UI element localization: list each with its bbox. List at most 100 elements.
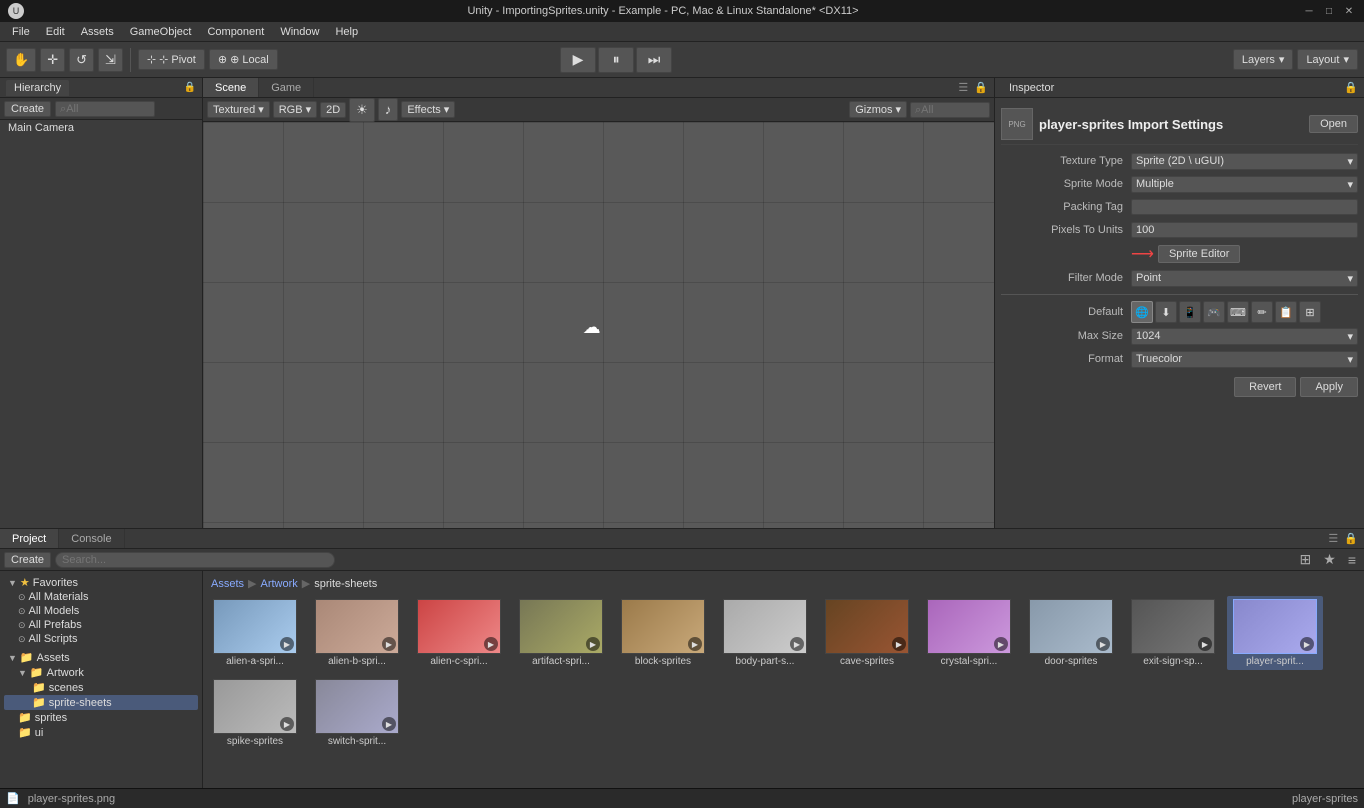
pixels-to-units-input[interactable] xyxy=(1131,222,1358,238)
tree-ui[interactable]: 📁 ui xyxy=(4,725,198,740)
bottom-panel-menu[interactable]: ☰ xyxy=(1328,532,1344,545)
tree-sprites[interactable]: 📁 sprites xyxy=(4,710,198,725)
tree-sprite-sheets[interactable]: 📁 sprite-sheets xyxy=(4,695,198,710)
tab-project[interactable]: Project xyxy=(0,529,59,548)
step-button[interactable]: ⏭ xyxy=(636,47,672,73)
menu-component[interactable]: Component xyxy=(199,24,272,40)
asset-item-door[interactable]: ▶ door-sprites xyxy=(1023,596,1119,670)
bottom-panel-lock[interactable]: 🔒 xyxy=(1344,532,1364,545)
platform-keyboard-icon[interactable]: ⌨ xyxy=(1227,301,1249,323)
filter-mode-dropdown[interactable]: Point ▾ xyxy=(1131,270,1358,287)
scene-search-input[interactable] xyxy=(910,102,990,118)
scene-viewport[interactable]: ☁ xyxy=(203,122,994,528)
lock-icon[interactable]: 🔒 xyxy=(184,82,196,93)
asset-item-body[interactable]: ▶ body-part-s... xyxy=(717,596,813,670)
asset-name: exit-sign-sp... xyxy=(1143,656,1202,667)
scene-panel-lock[interactable]: 🔒 xyxy=(974,81,994,94)
asset-item-artifact[interactable]: ▶ artifact-spri... xyxy=(513,596,609,670)
effects-dropdown[interactable]: Effects ▾ xyxy=(401,101,455,118)
platform-clipboard-icon[interactable]: 📋 xyxy=(1275,301,1297,323)
menu-assets[interactable]: Assets xyxy=(73,24,122,40)
platform-grid-icon[interactable]: ⊞ xyxy=(1299,301,1321,323)
texture-type-dropdown[interactable]: Sprite (2D \ uGUI) ▾ xyxy=(1131,153,1358,170)
revert-button[interactable]: Revert xyxy=(1234,377,1296,397)
play-button[interactable]: ▶ xyxy=(560,47,596,73)
asset-item-exit[interactable]: ▶ exit-sign-sp... xyxy=(1125,596,1221,670)
view-mode-dropdown[interactable]: Textured ▾ xyxy=(207,101,270,118)
asset-name: crystal-spri... xyxy=(941,656,998,667)
tree-all-scripts[interactable]: ⊙ All Scripts xyxy=(4,632,198,646)
hand-tool-button[interactable]: ✋ xyxy=(6,48,36,72)
menu-help[interactable]: Help xyxy=(327,24,366,40)
platform-mobile-icon[interactable]: 📱 xyxy=(1179,301,1201,323)
tree-all-prefabs[interactable]: ⊙ All Prefabs xyxy=(4,618,198,632)
apply-button[interactable]: Apply xyxy=(1300,377,1358,397)
asset-item-alien-a[interactable]: ▶ alien-a-spri... xyxy=(207,596,303,670)
inspector-lock[interactable]: 🔒 xyxy=(1344,81,1358,94)
audio-button[interactable]: ♪ xyxy=(378,98,399,121)
lighting-button[interactable]: ☀ xyxy=(349,98,375,122)
sprite-editor-button[interactable]: Sprite Editor xyxy=(1158,245,1241,263)
asset-item-crystal[interactable]: ▶ crystal-spri... xyxy=(921,596,1017,670)
maximize-button[interactable]: □ xyxy=(1322,4,1336,18)
platform-download-icon[interactable]: ⬇ xyxy=(1155,301,1177,323)
asset-item-switch[interactable]: ▶ switch-sprit... xyxy=(309,676,405,750)
hierarchy-item-main-camera[interactable]: Main Camera xyxy=(0,120,202,136)
scene-panel-menu[interactable]: ☰ xyxy=(958,81,974,94)
menu-edit[interactable]: Edit xyxy=(38,24,73,40)
project-icon-btn-1[interactable]: ⊞ xyxy=(1296,550,1316,569)
asset-thumb: ▶ xyxy=(315,599,399,654)
tree-scenes[interactable]: 📁 scenes xyxy=(4,680,198,695)
local-button[interactable]: ⊕ ⊕ Local xyxy=(209,49,278,70)
tab-console[interactable]: Console xyxy=(59,529,124,548)
move-tool-button[interactable]: ✛ xyxy=(40,48,65,72)
create-button[interactable]: Create xyxy=(4,101,51,117)
asset-item-block[interactable]: ▶ block-sprites xyxy=(615,596,711,670)
tree-all-models[interactable]: ⊙ All Models xyxy=(4,604,198,618)
breadcrumb-assets[interactable]: Assets xyxy=(211,578,244,590)
platform-gamepad-icon[interactable]: 🎮 xyxy=(1203,301,1225,323)
sprite-mode-dropdown[interactable]: Multiple ▾ xyxy=(1131,176,1358,193)
menu-file[interactable]: File xyxy=(4,24,38,40)
open-button[interactable]: Open xyxy=(1309,115,1358,133)
project-icon-btn-2[interactable]: ★ xyxy=(1319,550,1340,569)
tab-hierarchy[interactable]: Hierarchy xyxy=(6,80,69,96)
tab-game[interactable]: Game xyxy=(259,78,314,97)
gizmos-dropdown[interactable]: Gizmos ▾ xyxy=(849,101,907,118)
layout-dropdown[interactable]: Layout ▾ xyxy=(1297,49,1358,70)
asset-item-alien-b[interactable]: ▶ alien-b-spri... xyxy=(309,596,405,670)
tree-favorites[interactable]: ▼ ★ Favorites xyxy=(4,575,198,590)
window-controls[interactable]: ─ □ ✕ xyxy=(1302,4,1356,18)
play-overlay: ▶ xyxy=(382,717,396,731)
format-dropdown[interactable]: Truecolor ▾ xyxy=(1131,351,1358,368)
layers-dropdown[interactable]: Layers ▾ xyxy=(1233,49,1294,70)
breadcrumb-artwork[interactable]: Artwork xyxy=(260,578,297,590)
menu-gameobject[interactable]: GameObject xyxy=(122,24,200,40)
color-mode-dropdown[interactable]: RGB ▾ xyxy=(273,101,317,118)
pause-button[interactable]: ⏸ xyxy=(598,47,634,73)
rotate-tool-button[interactable]: ↺ xyxy=(69,48,94,72)
tree-assets[interactable]: ▼ 📁 Assets xyxy=(4,650,198,665)
platform-web-icon[interactable]: 🌐 xyxy=(1131,301,1153,323)
packing-tag-input[interactable] xyxy=(1131,199,1358,215)
tree-artwork[interactable]: ▼ 📁 Artwork xyxy=(4,665,198,680)
asset-item-cave[interactable]: ▶ cave-sprites xyxy=(819,596,915,670)
minimize-button[interactable]: ─ xyxy=(1302,4,1316,18)
close-button[interactable]: ✕ xyxy=(1342,4,1356,18)
project-search-input[interactable] xyxy=(55,552,335,568)
asset-item-player[interactable]: ▶ player-sprit... xyxy=(1227,596,1323,670)
platform-pen-icon[interactable]: ✏ xyxy=(1251,301,1273,323)
menu-window[interactable]: Window xyxy=(272,24,327,40)
2d-button[interactable]: 2D xyxy=(320,102,346,118)
tab-inspector[interactable]: Inspector xyxy=(1001,82,1062,94)
scale-tool-button[interactable]: ⇲ xyxy=(98,48,123,72)
pivot-button[interactable]: ⊹ ⊹ Pivot xyxy=(138,49,205,70)
tree-all-materials[interactable]: ⊙ All Materials xyxy=(4,590,198,604)
max-size-dropdown[interactable]: 1024 ▾ xyxy=(1131,328,1358,345)
search-input[interactable] xyxy=(55,101,155,117)
asset-item-spike[interactable]: ▶ spike-sprites xyxy=(207,676,303,750)
project-create-button[interactable]: Create xyxy=(4,552,51,568)
asset-item-alien-c[interactable]: ▶ alien-c-spri... xyxy=(411,596,507,670)
tab-scene[interactable]: Scene xyxy=(203,78,259,97)
project-icon-btn-3[interactable]: ≡ xyxy=(1344,551,1360,569)
